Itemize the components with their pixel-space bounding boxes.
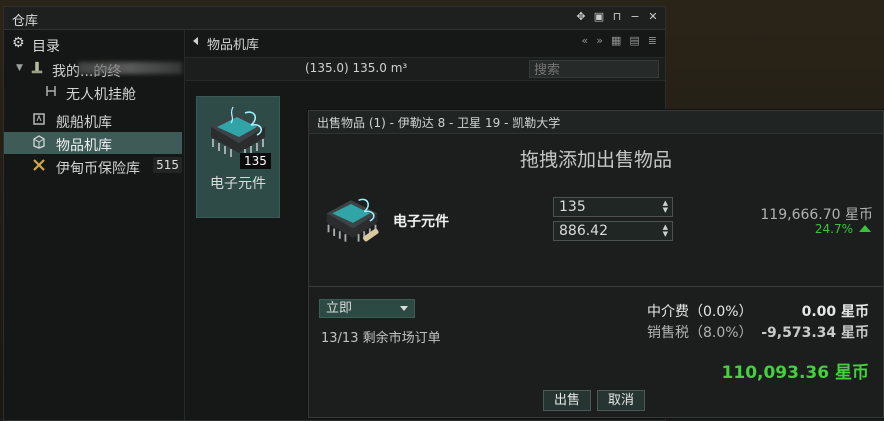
- location-title: 物品机库: [207, 38, 260, 53]
- item-count-badge: 515: [153, 157, 182, 173]
- tree-item-isk-vault[interactable]: 伊甸币保险库 515: [4, 155, 182, 177]
- tree-item-label: 伊甸币保险库: [56, 161, 140, 177]
- price-change-pct: 24.7%: [814, 222, 853, 236]
- item-quantity: 135: [240, 153, 271, 169]
- broker-fee-label: 中介费（0.0%）: [647, 304, 753, 320]
- detail-view-icon[interactable]: ▤: [629, 34, 639, 47]
- window-title: 仓库: [12, 14, 39, 29]
- item-hangar-icon: [33, 135, 45, 149]
- tree-item-label: 物品机库: [56, 138, 112, 154]
- tree-item-structure[interactable]: ▼ 我的...的终: [4, 58, 182, 80]
- sell-button[interactable]: 出售: [543, 390, 591, 411]
- icon-view-icon[interactable]: ▦: [611, 34, 621, 47]
- net-total: 110,093.36 星币: [721, 363, 869, 383]
- search-input[interactable]: [529, 60, 659, 78]
- up-arrow-icon: [859, 225, 871, 232]
- expand-caret-icon[interactable]: ▼: [16, 63, 30, 77]
- tree-item-item-hangar[interactable]: 物品机库: [4, 132, 182, 154]
- quantity-stepper[interactable]: 135 ▲ ▼: [553, 197, 673, 217]
- sell-items-dialog: 出售物品 (1) - 伊勒达 8 - 卫星 19 - 凯勒大学 拖拽添加出售物品…: [308, 110, 884, 418]
- capacity-bar: (135.0) 135.0 m³: [185, 57, 665, 81]
- price-stepper[interactable]: 886.42 ▲ ▼: [553, 221, 673, 241]
- directory-label: 目录: [32, 39, 60, 55]
- tree-item-ship-hangar[interactable]: 舰船机库: [4, 109, 182, 131]
- dialog-title: 出售物品 (1) - 伊勒达 8 - 卫星 19 - 凯勒大学: [317, 116, 561, 130]
- ship-hangar-icon: [33, 113, 45, 125]
- move-icon[interactable]: ✥: [575, 10, 587, 24]
- dialog-titlebar[interactable]: 出售物品 (1) - 伊勒达 8 - 卫星 19 - 凯勒大学: [309, 111, 883, 134]
- duration-value: 立即: [326, 301, 353, 316]
- sales-tax-label: 销售税（8.0%）: [647, 325, 753, 341]
- item-name: 电子元件: [210, 176, 266, 192]
- drone-bay-icon: [46, 86, 56, 96]
- tree-item-drone-bay[interactable]: 无人机挂舱: [4, 81, 182, 103]
- close-icon[interactable]: ✕: [647, 10, 659, 24]
- list-view-icon[interactable]: ≣: [648, 34, 657, 47]
- stepper-arrows-icon[interactable]: ▲ ▼: [663, 224, 668, 238]
- capacity-text: (135.0) 135.0 m³: [305, 61, 408, 75]
- total-price: 119,666.70 星币: [760, 207, 873, 223]
- chevron-down-icon: [400, 306, 408, 311]
- redacted-text: [78, 62, 182, 74]
- sell-item-name: 电子元件: [393, 214, 449, 230]
- electronic-component-icon: [326, 198, 379, 242]
- isk-vault-icon: [33, 159, 45, 171]
- collapse-sidebar-icon[interactable]: «: [582, 34, 589, 47]
- drop-hint: 拖拽添加出售物品: [519, 149, 672, 171]
- sales-tax-value: -9,573.34 星币: [761, 325, 869, 341]
- inventory-titlebar[interactable]: 仓库 ✥ ▣ ⊓ − ✕: [4, 7, 665, 30]
- directory-header[interactable]: ⚙ 目录: [4, 34, 182, 56]
- pin-icon[interactable]: ⊓: [611, 10, 623, 24]
- inventory-item[interactable]: 135 电子元件: [196, 96, 280, 218]
- gear-icon[interactable]: ⚙: [12, 36, 26, 50]
- compact-icon[interactable]: ▣: [593, 10, 605, 24]
- price-change: 24.7%: [815, 222, 871, 236]
- divider: [309, 286, 883, 287]
- collapse-arrow-icon[interactable]: [193, 37, 198, 45]
- tree-item-label: 舰船机库: [56, 115, 112, 131]
- broker-fee-value: 0.00 星币: [801, 304, 869, 320]
- tree-item-label: 无人机挂舱: [66, 87, 136, 103]
- minimize-icon[interactable]: −: [629, 10, 641, 24]
- orders-remaining: 13/13 剩余市场订单: [321, 331, 441, 346]
- inventory-sidebar: ⚙ 目录 ▼ 我的...的终 无人机挂舱 舰船机库: [4, 30, 182, 420]
- stepper-arrows-icon[interactable]: ▲ ▼: [663, 200, 668, 214]
- cancel-button[interactable]: 取消: [597, 390, 645, 411]
- price-value: 886.42: [559, 223, 608, 239]
- location-header: 物品机库 « » ▦ ▤ ≣: [185, 30, 665, 54]
- expand-sidebar-icon[interactable]: »: [596, 34, 603, 47]
- duration-select[interactable]: 立即: [319, 299, 415, 318]
- quantity-value: 135: [559, 199, 586, 215]
- structure-icon: [31, 61, 43, 74]
